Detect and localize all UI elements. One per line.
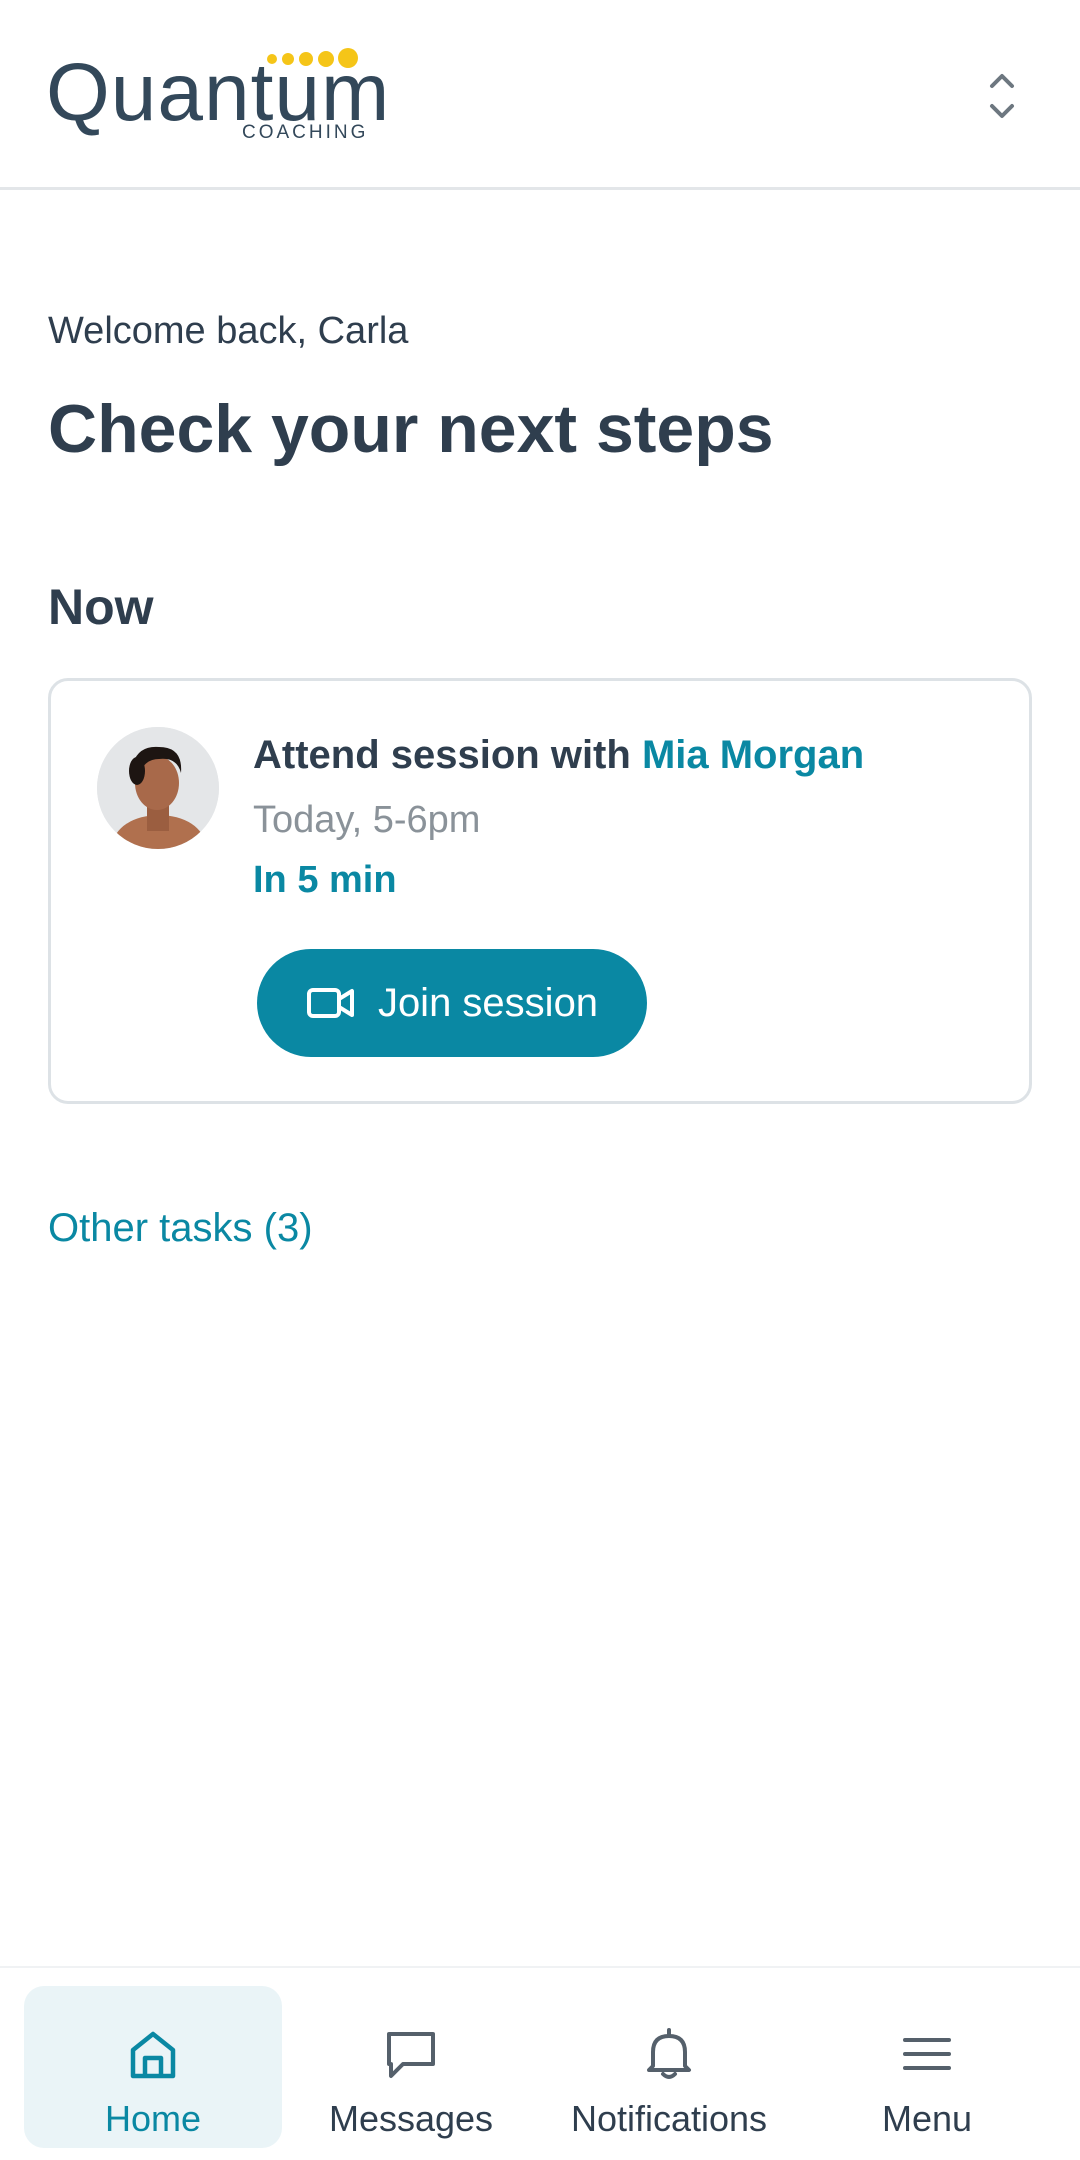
section-title-now: Now <box>48 579 154 635</box>
join-session-label: Join session <box>377 980 599 1025</box>
chevron-up-down-icon <box>990 74 1014 118</box>
session-title: Attend session with Mia Morgan <box>253 733 864 778</box>
home-icon <box>130 2031 176 2079</box>
nav-label-menu: Menu <box>881 2098 973 2139</box>
session-countdown: In 5 min <box>253 859 397 901</box>
page-title: Check your next steps <box>48 391 774 467</box>
session-time: Today, 5-6pm <box>253 799 481 841</box>
bell-icon <box>647 2028 691 2079</box>
nav-label-notifications: Notifications <box>570 2098 768 2139</box>
account-switcher-button[interactable] <box>980 68 1024 124</box>
nav-item-menu[interactable]: Menu <box>798 1986 1056 2148</box>
other-tasks-link[interactable]: Other tasks (3) <box>48 1206 313 1251</box>
quantum-coaching-logo[interactable]: Quantum COACHING <box>46 42 389 152</box>
chat-icon <box>387 2032 435 2078</box>
welcome-text: Welcome back, Carla <box>48 310 409 352</box>
video-camera-icon <box>306 988 354 1018</box>
coach-name-link[interactable]: Mia Morgan <box>642 733 864 777</box>
app-header: Quantum COACHING <box>0 0 1080 190</box>
coach-avatar[interactable] <box>97 727 219 849</box>
nav-item-messages[interactable]: Messages <box>282 1986 540 2148</box>
session-title-prefix: Attend session with <box>253 733 642 777</box>
coach-avatar-image <box>97 727 219 849</box>
logo-subtitle: COACHING <box>242 122 369 143</box>
session-card: Attend session with Mia Morgan Today, 5-… <box>48 678 1032 1104</box>
nav-item-home[interactable]: Home <box>24 1986 282 2148</box>
nav-item-notifications[interactable]: Notifications <box>540 1986 798 2148</box>
join-session-button[interactable]: Join session <box>257 949 647 1057</box>
nav-label-messages: Messages <box>328 2098 494 2139</box>
nav-label-home: Home <box>104 2098 202 2139</box>
hamburger-icon <box>903 2038 951 2070</box>
bottom-navigation: Home Messages Notifications Menu <box>0 1966 1080 2160</box>
